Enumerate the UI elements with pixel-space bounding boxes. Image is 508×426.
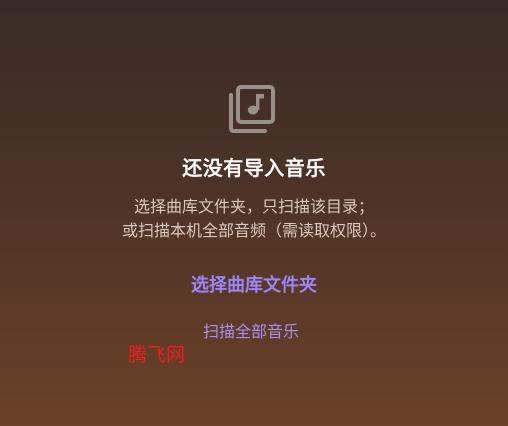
empty-state-title: 还没有导入音乐 xyxy=(182,156,326,180)
watermark-text: 腾飞网 xyxy=(128,344,186,366)
scan-all-music-link[interactable]: 扫描全部音乐 xyxy=(186,320,316,344)
empty-library-state: 还没有导入音乐 选择曲库文件夹，只扫描该目录； 或扫描本机全部音频（需读取权限）… xyxy=(0,0,508,426)
choose-library-folder-button[interactable]: 选择曲库文件夹 xyxy=(170,271,338,301)
empty-state-description-line-1: 选择曲库文件夹，只扫描该目录； xyxy=(133,197,374,216)
music-library-icon xyxy=(226,84,276,134)
empty-state-description-line-2: 或扫描本机全部音频（需读取权限）。 xyxy=(121,221,386,240)
